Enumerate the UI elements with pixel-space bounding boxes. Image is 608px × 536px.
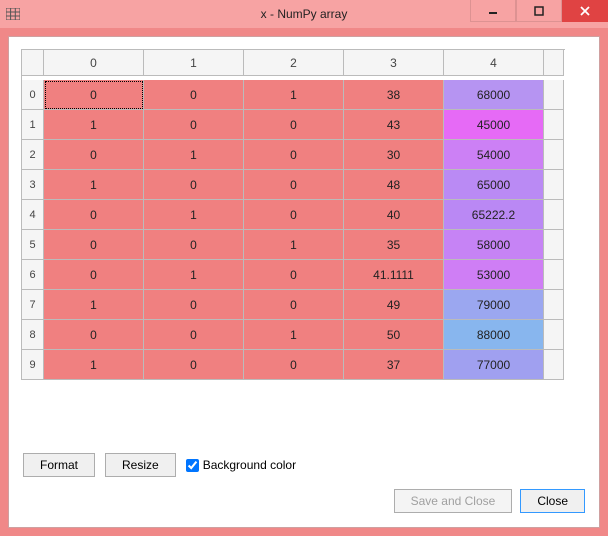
resize-button[interactable]: Resize xyxy=(105,453,176,477)
array-table: 0123400013868000110043450002010305400031… xyxy=(21,49,565,380)
table-row-blank xyxy=(544,140,564,170)
row-header[interactable]: 9 xyxy=(22,350,44,380)
col-header[interactable]: 2 xyxy=(244,50,344,76)
cell[interactable]: 38 xyxy=(344,80,444,110)
table-corner-blank xyxy=(544,50,564,76)
cell[interactable]: 68000 xyxy=(444,80,544,110)
cell[interactable]: 0 xyxy=(44,260,144,290)
dialog-buttons-row: Save and Close Close xyxy=(21,487,587,515)
row-header[interactable]: 8 xyxy=(22,320,44,350)
cell[interactable]: 1 xyxy=(144,260,244,290)
cell[interactable]: 50 xyxy=(344,320,444,350)
table-row-blank xyxy=(544,110,564,140)
cell[interactable]: 0 xyxy=(144,80,244,110)
cell[interactable]: 37 xyxy=(344,350,444,380)
cell[interactable]: 0 xyxy=(44,140,144,170)
cell[interactable]: 0 xyxy=(244,200,344,230)
cell[interactable]: 88000 xyxy=(444,320,544,350)
cell[interactable]: 0 xyxy=(144,290,244,320)
cell[interactable]: 0 xyxy=(44,230,144,260)
table-row-blank xyxy=(544,290,564,320)
cell[interactable]: 0 xyxy=(244,170,344,200)
cell[interactable]: 0 xyxy=(244,290,344,320)
format-button[interactable]: Format xyxy=(23,453,95,477)
close-window-button[interactable] xyxy=(562,0,608,22)
table-corner xyxy=(22,50,44,76)
cell[interactable]: 0 xyxy=(244,110,344,140)
cell[interactable]: 0 xyxy=(244,350,344,380)
close-button[interactable]: Close xyxy=(520,489,585,513)
row-header[interactable]: 0 xyxy=(22,80,44,110)
maximize-button[interactable] xyxy=(516,0,562,22)
cell[interactable]: 49 xyxy=(344,290,444,320)
table-row-blank xyxy=(544,170,564,200)
cell[interactable]: 0 xyxy=(144,320,244,350)
table-row-blank xyxy=(544,200,564,230)
row-header[interactable]: 3 xyxy=(22,170,44,200)
cell[interactable]: 53000 xyxy=(444,260,544,290)
cell[interactable]: 0 xyxy=(44,200,144,230)
cell[interactable]: 48 xyxy=(344,170,444,200)
bg-color-check-wrap[interactable]: Background color xyxy=(186,458,296,472)
cell[interactable]: 1 xyxy=(244,80,344,110)
cell[interactable]: 1 xyxy=(44,350,144,380)
col-header[interactable]: 3 xyxy=(344,50,444,76)
table-row-blank xyxy=(544,230,564,260)
col-header[interactable]: 4 xyxy=(444,50,544,76)
cell[interactable]: 1 xyxy=(144,200,244,230)
cell[interactable]: 30 xyxy=(344,140,444,170)
minimize-button[interactable] xyxy=(470,0,516,22)
row-header[interactable]: 2 xyxy=(22,140,44,170)
col-header[interactable]: 1 xyxy=(144,50,244,76)
window-titlebar: x - NumPy array xyxy=(0,0,608,28)
cell[interactable]: 1 xyxy=(144,140,244,170)
cell[interactable]: 0 xyxy=(144,350,244,380)
cell[interactable]: 41.1111 xyxy=(344,260,444,290)
options-row: Format Resize Background color xyxy=(21,447,587,487)
row-header[interactable]: 1 xyxy=(22,110,44,140)
table-row-blank xyxy=(544,80,564,110)
row-header[interactable]: 5 xyxy=(22,230,44,260)
row-header[interactable]: 6 xyxy=(22,260,44,290)
cell[interactable]: 35 xyxy=(344,230,444,260)
row-header[interactable]: 4 xyxy=(22,200,44,230)
cell[interactable]: 0 xyxy=(144,230,244,260)
table-row-blank xyxy=(544,350,564,380)
cell[interactable]: 0 xyxy=(44,320,144,350)
cell[interactable]: 0 xyxy=(144,170,244,200)
dialog-frame: 0123400013868000110043450002010305400031… xyxy=(8,36,600,528)
cell[interactable]: 1 xyxy=(44,170,144,200)
cell[interactable]: 0 xyxy=(244,140,344,170)
save-and-close-button[interactable]: Save and Close xyxy=(394,489,513,513)
cell[interactable]: 1 xyxy=(44,290,144,320)
cell[interactable]: 65222.2 xyxy=(444,200,544,230)
cell[interactable]: 1 xyxy=(244,230,344,260)
cell[interactable]: 0 xyxy=(144,110,244,140)
bg-color-label: Background color xyxy=(203,458,296,472)
table-row-blank xyxy=(544,260,564,290)
cell[interactable]: 1 xyxy=(44,110,144,140)
cell[interactable]: 65000 xyxy=(444,170,544,200)
cell[interactable]: 1 xyxy=(244,320,344,350)
cell[interactable]: 54000 xyxy=(444,140,544,170)
cell[interactable]: 79000 xyxy=(444,290,544,320)
col-header[interactable]: 0 xyxy=(44,50,144,76)
bg-color-checkbox[interactable] xyxy=(186,459,199,472)
app-grid-icon xyxy=(0,8,26,20)
window-controls xyxy=(470,0,608,28)
table-row-blank xyxy=(544,320,564,350)
cell[interactable]: 58000 xyxy=(444,230,544,260)
cell[interactable]: 0 xyxy=(44,80,144,110)
row-header[interactable]: 7 xyxy=(22,290,44,320)
cell[interactable]: 40 xyxy=(344,200,444,230)
cell[interactable]: 77000 xyxy=(444,350,544,380)
cell[interactable]: 45000 xyxy=(444,110,544,140)
cell[interactable]: 0 xyxy=(244,260,344,290)
cell[interactable]: 43 xyxy=(344,110,444,140)
